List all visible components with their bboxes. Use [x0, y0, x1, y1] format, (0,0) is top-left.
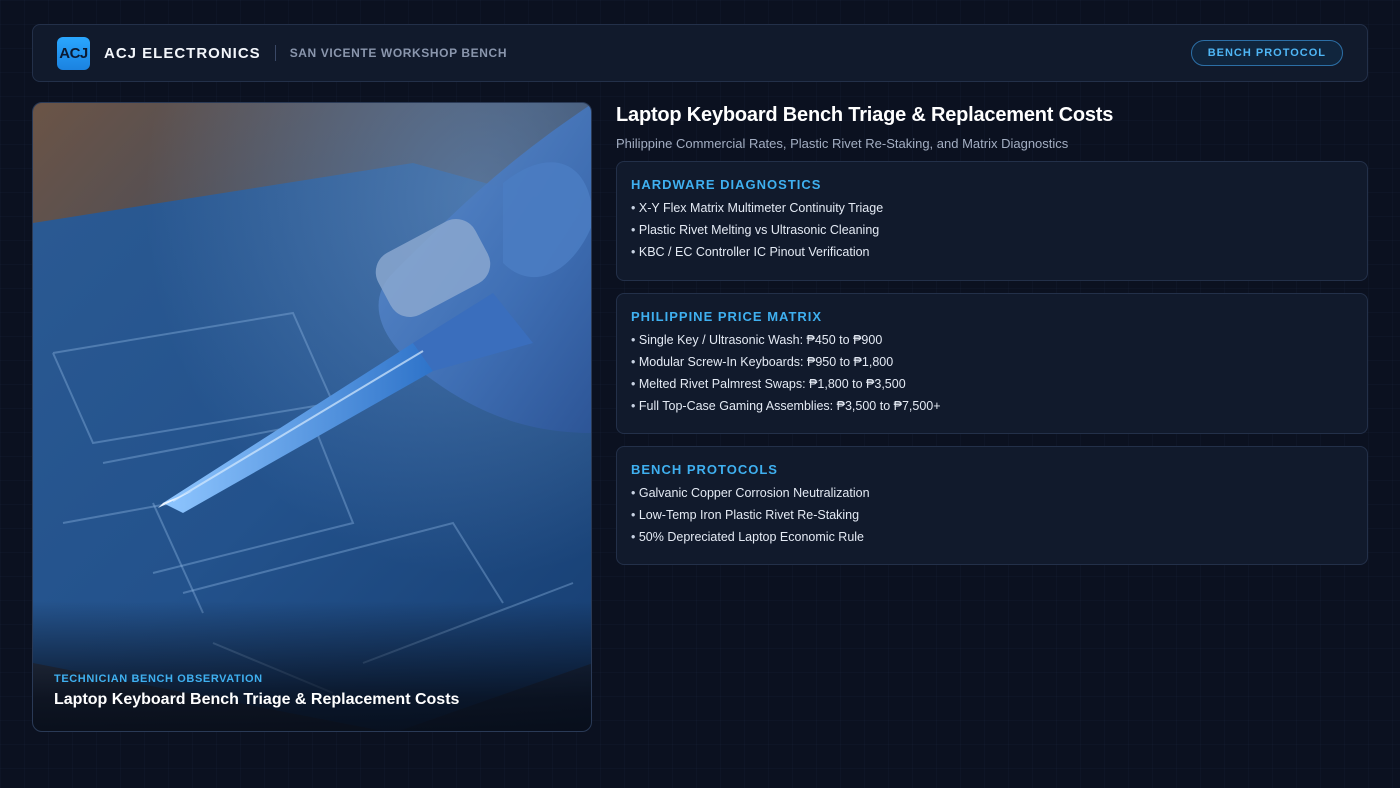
header-divider [274, 45, 276, 61]
bench-protocol-button[interactable]: BENCH PROTOCOL [1190, 40, 1343, 66]
page-title: Laptop Keyboard Bench Triage & Replaceme… [616, 104, 1114, 126]
panel-price-matrix: PHILIPPINE PRICE MATRIX Single Key / Ult… [616, 293, 1368, 434]
photo-caption: Laptop Keyboard Bench Triage & Replaceme… [54, 691, 460, 708]
list-item: Melted Rivet Palmrest Swaps: ₱1,800 to ₱… [631, 373, 1353, 395]
protocols-list: Galvanic Copper Corrosion Neutralization… [631, 482, 1353, 548]
panel-title: PHILIPPINE PRICE MATRIX [631, 309, 823, 324]
list-item: X-Y Flex Matrix Multimeter Continuity Tr… [631, 197, 1353, 219]
diagnostics-list: X-Y Flex Matrix Multimeter Continuity Tr… [631, 197, 1353, 263]
brand-subtitle: SAN VICENTE WORKSHOP BENCH [289, 46, 508, 60]
list-item: Galvanic Copper Corrosion Neutralization [631, 482, 1353, 504]
photo-kicker: TECHNICIAN BENCH OBSERVATION [54, 673, 263, 685]
panel-hardware-diagnostics: HARDWARE DIAGNOSTICS X-Y Flex Matrix Mul… [616, 161, 1368, 281]
brand-logo: ACJ [57, 36, 90, 70]
list-item: Full Top-Case Gaming Assemblies: ₱3,500 … [631, 395, 1353, 417]
list-item: Single Key / Ultrasonic Wash: ₱450 to ₱9… [631, 329, 1353, 351]
list-item: Plastic Rivet Melting vs Ultrasonic Clea… [631, 219, 1353, 241]
bench-photo-card: TECHNICIAN BENCH OBSERVATION Laptop Keyb… [32, 102, 592, 732]
list-item: Modular Screw-In Keyboards: ₱950 to ₱1,8… [631, 351, 1353, 373]
list-item: 50% Depreciated Laptop Economic Rule [631, 526, 1353, 548]
panel-title: BENCH PROTOCOLS [631, 462, 778, 477]
list-item: Low-Temp Iron Plastic Rivet Re-Staking [631, 504, 1353, 526]
brand-name: ACJ ELECTRONICS [104, 44, 261, 62]
logo-text: ACJ [59, 44, 88, 62]
panel-title: HARDWARE DIAGNOSTICS [631, 177, 822, 192]
page-subtitle: Philippine Commercial Rates, Plastic Riv… [616, 136, 1069, 151]
panel-bench-protocols: BENCH PROTOCOLS Galvanic Copper Corrosio… [616, 446, 1368, 565]
price-list: Single Key / Ultrasonic Wash: ₱450 to ₱9… [631, 329, 1353, 417]
top-header: ACJ ACJ ELECTRONICS SAN VICENTE WORKSHOP… [32, 24, 1368, 82]
list-item: KBC / EC Controller IC Pinout Verificati… [631, 241, 1353, 263]
content-header: Laptop Keyboard Bench Triage & Replaceme… [616, 102, 1368, 151]
